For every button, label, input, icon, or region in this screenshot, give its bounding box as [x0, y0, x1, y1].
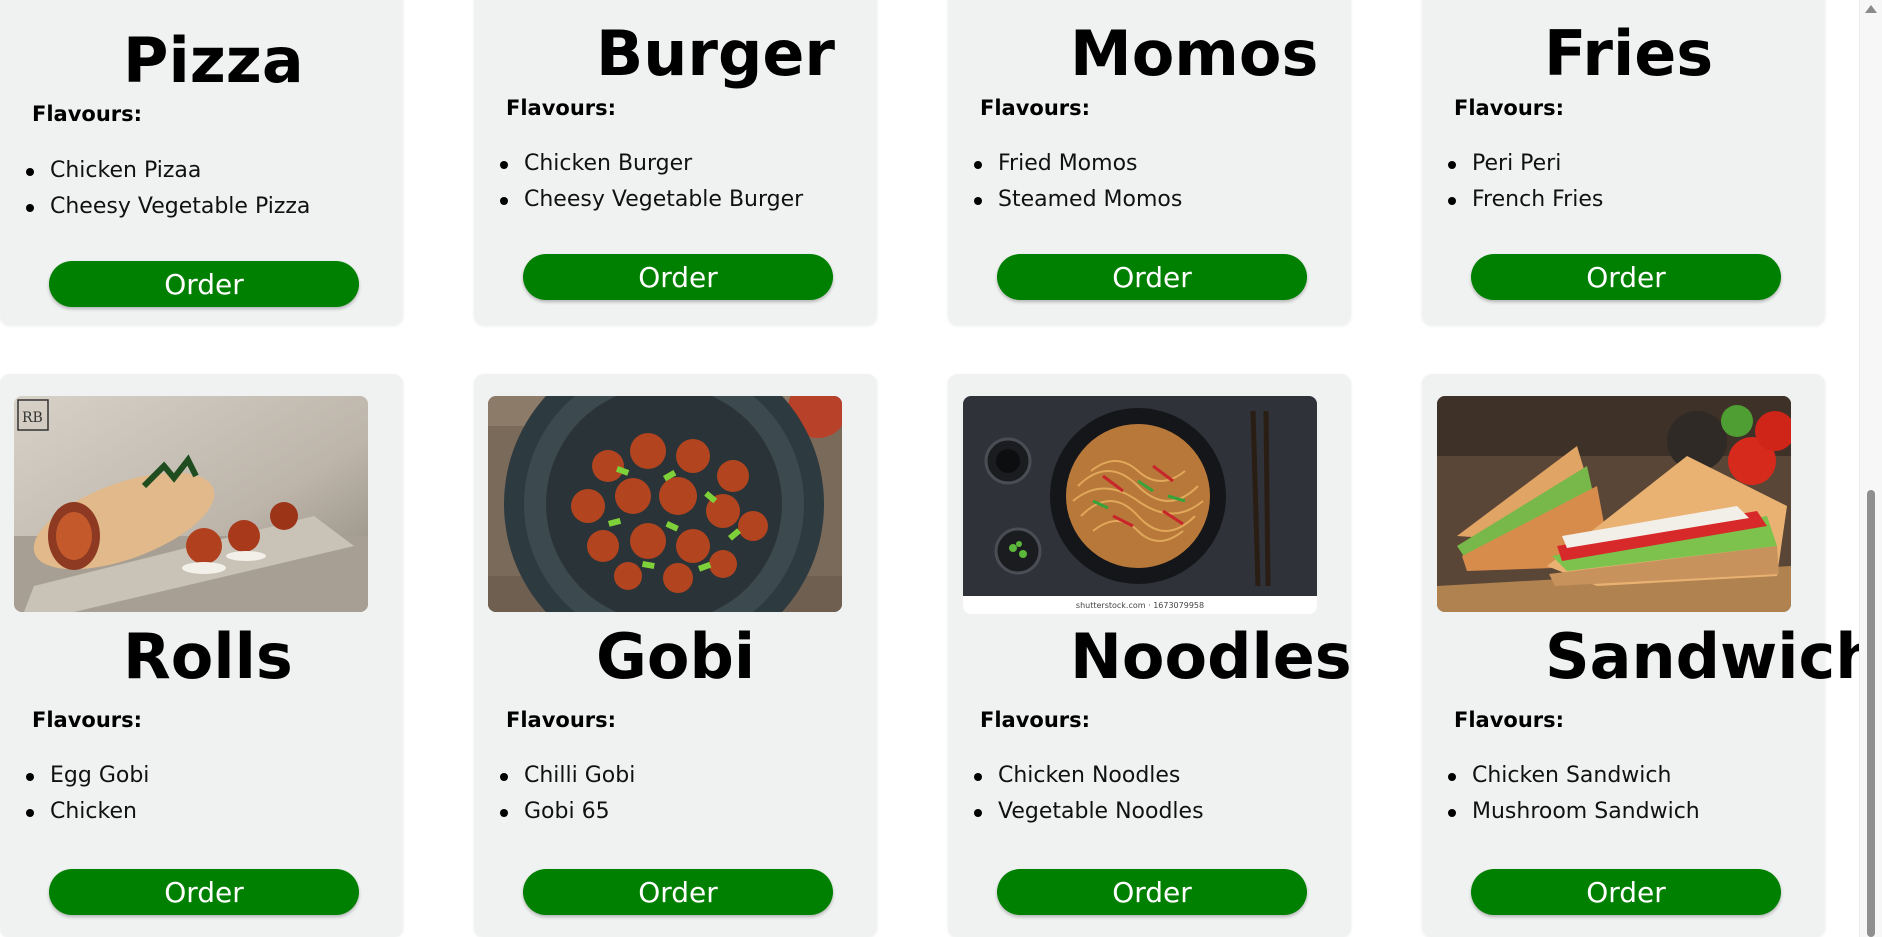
flavour-list: Chicken Burger Cheesy Vegetable Burger	[474, 146, 803, 218]
card-title: Noodles	[1070, 620, 1352, 693]
svg-text:RB: RB	[22, 410, 43, 426]
vertical-scrollbar[interactable]	[1859, 0, 1882, 937]
flavours-label: Flavours:	[980, 708, 1091, 732]
noodles-photo-art: shutterstock.com · 1673079958	[963, 396, 1317, 614]
flavour-item: Chicken	[0, 794, 149, 830]
order-button-noodles[interactable]: Order	[997, 869, 1307, 915]
flavour-item: Chicken Burger	[474, 146, 803, 182]
card-title: Sandwich	[1545, 620, 1880, 693]
flavours-label: Flavours:	[1454, 708, 1565, 732]
flavour-list: Chicken Pizaa Cheesy Vegetable Pizza	[0, 153, 310, 225]
scroll-up-arrow-icon[interactable]	[1865, 5, 1877, 13]
rolls-photo-art: RB	[14, 396, 368, 612]
order-button-momos[interactable]: Order	[997, 254, 1307, 300]
menu-card-momos: Momos Flavours: Fried Momos Steamed Momo…	[948, 0, 1351, 325]
card-title: Momos	[1070, 17, 1319, 90]
flavour-list: Chicken Sandwich Mushroom Sandwich	[1422, 758, 1700, 830]
viewport: Pizza Flavours: Chicken Pizaa Cheesy Veg…	[0, 0, 1882, 937]
order-button-rolls[interactable]: Order	[49, 869, 359, 915]
menu-card-rolls: RB Rolls Flavours: Egg Gobi Chicken Orde…	[0, 374, 403, 937]
flavours-label: Flavours:	[1454, 96, 1565, 120]
menu-card-fries: Fries Flavours: Peri Peri French Fries O…	[1422, 0, 1825, 325]
image-watermark-text: shutterstock.com · 1673079958	[1076, 601, 1204, 610]
order-button-sandwich[interactable]: Order	[1471, 869, 1781, 915]
card-title: Pizza	[123, 24, 304, 97]
flavour-item: Steamed Momos	[948, 182, 1182, 218]
sandwich-photo	[1437, 396, 1791, 612]
menu-grid: Pizza Flavours: Chicken Pizaa Cheesy Veg…	[0, 0, 1879, 937]
flavour-item: Cheesy Vegetable Pizza	[0, 189, 310, 225]
flavour-item: Fried Momos	[948, 146, 1182, 182]
scroll-thumb[interactable]	[1867, 490, 1875, 937]
flavour-list: Chicken Noodles Vegetable Noodles	[948, 758, 1204, 830]
flavours-label: Flavours:	[980, 96, 1091, 120]
flavour-list: Egg Gobi Chicken	[0, 758, 149, 830]
flavour-item: Chicken Noodles	[948, 758, 1204, 794]
flavours-label: Flavours:	[506, 708, 617, 732]
card-title: Burger	[596, 17, 835, 90]
flavour-item: Chilli Gobi	[474, 758, 635, 794]
card-title: Gobi	[596, 620, 756, 693]
flavour-item: Mushroom Sandwich	[1422, 794, 1700, 830]
card-title: Fries	[1544, 17, 1714, 90]
rolls-photo: RB	[14, 396, 368, 612]
noodles-photo: shutterstock.com · 1673079958	[963, 396, 1317, 614]
flavour-list: Fried Momos Steamed Momos	[948, 146, 1182, 218]
flavours-label: Flavours:	[32, 708, 143, 732]
flavour-item: Peri Peri	[1422, 146, 1603, 182]
order-button-burger[interactable]: Order	[523, 254, 833, 300]
menu-card-pizza: Pizza Flavours: Chicken Pizaa Cheesy Veg…	[0, 0, 403, 325]
flavours-label: Flavours:	[32, 102, 143, 126]
flavour-item: French Fries	[1422, 182, 1603, 218]
flavours-label: Flavours:	[506, 96, 617, 120]
flavour-item: Chicken Sandwich	[1422, 758, 1700, 794]
order-button-pizza[interactable]: Order	[49, 261, 359, 307]
flavour-item: Egg Gobi	[0, 758, 149, 794]
flavour-item: Gobi 65	[474, 794, 635, 830]
order-button-fries[interactable]: Order	[1471, 254, 1781, 300]
order-button-gobi[interactable]: Order	[523, 869, 833, 915]
flavour-list: Peri Peri French Fries	[1422, 146, 1603, 218]
gobi-photo	[488, 396, 842, 612]
card-title: Rolls	[123, 620, 293, 693]
flavour-list: Chilli Gobi Gobi 65	[474, 758, 635, 830]
menu-card-burger: Burger Flavours: Chicken Burger Cheesy V…	[474, 0, 877, 325]
gobi-photo-art	[488, 396, 842, 612]
menu-card-noodles: shutterstock.com · 1673079958 Noodles Fl…	[948, 374, 1352, 937]
menu-card-sandwich: Sandwich Flavours: Chicken Sandwich Mush…	[1422, 374, 1879, 937]
flavour-item: Chicken Pizaa	[0, 153, 310, 189]
flavour-item: Cheesy Vegetable Burger	[474, 182, 803, 218]
flavour-item: Vegetable Noodles	[948, 794, 1204, 830]
menu-card-gobi: Gobi Flavours: Chilli Gobi Gobi 65 Order	[474, 374, 877, 937]
sandwich-photo-art	[1437, 396, 1791, 612]
